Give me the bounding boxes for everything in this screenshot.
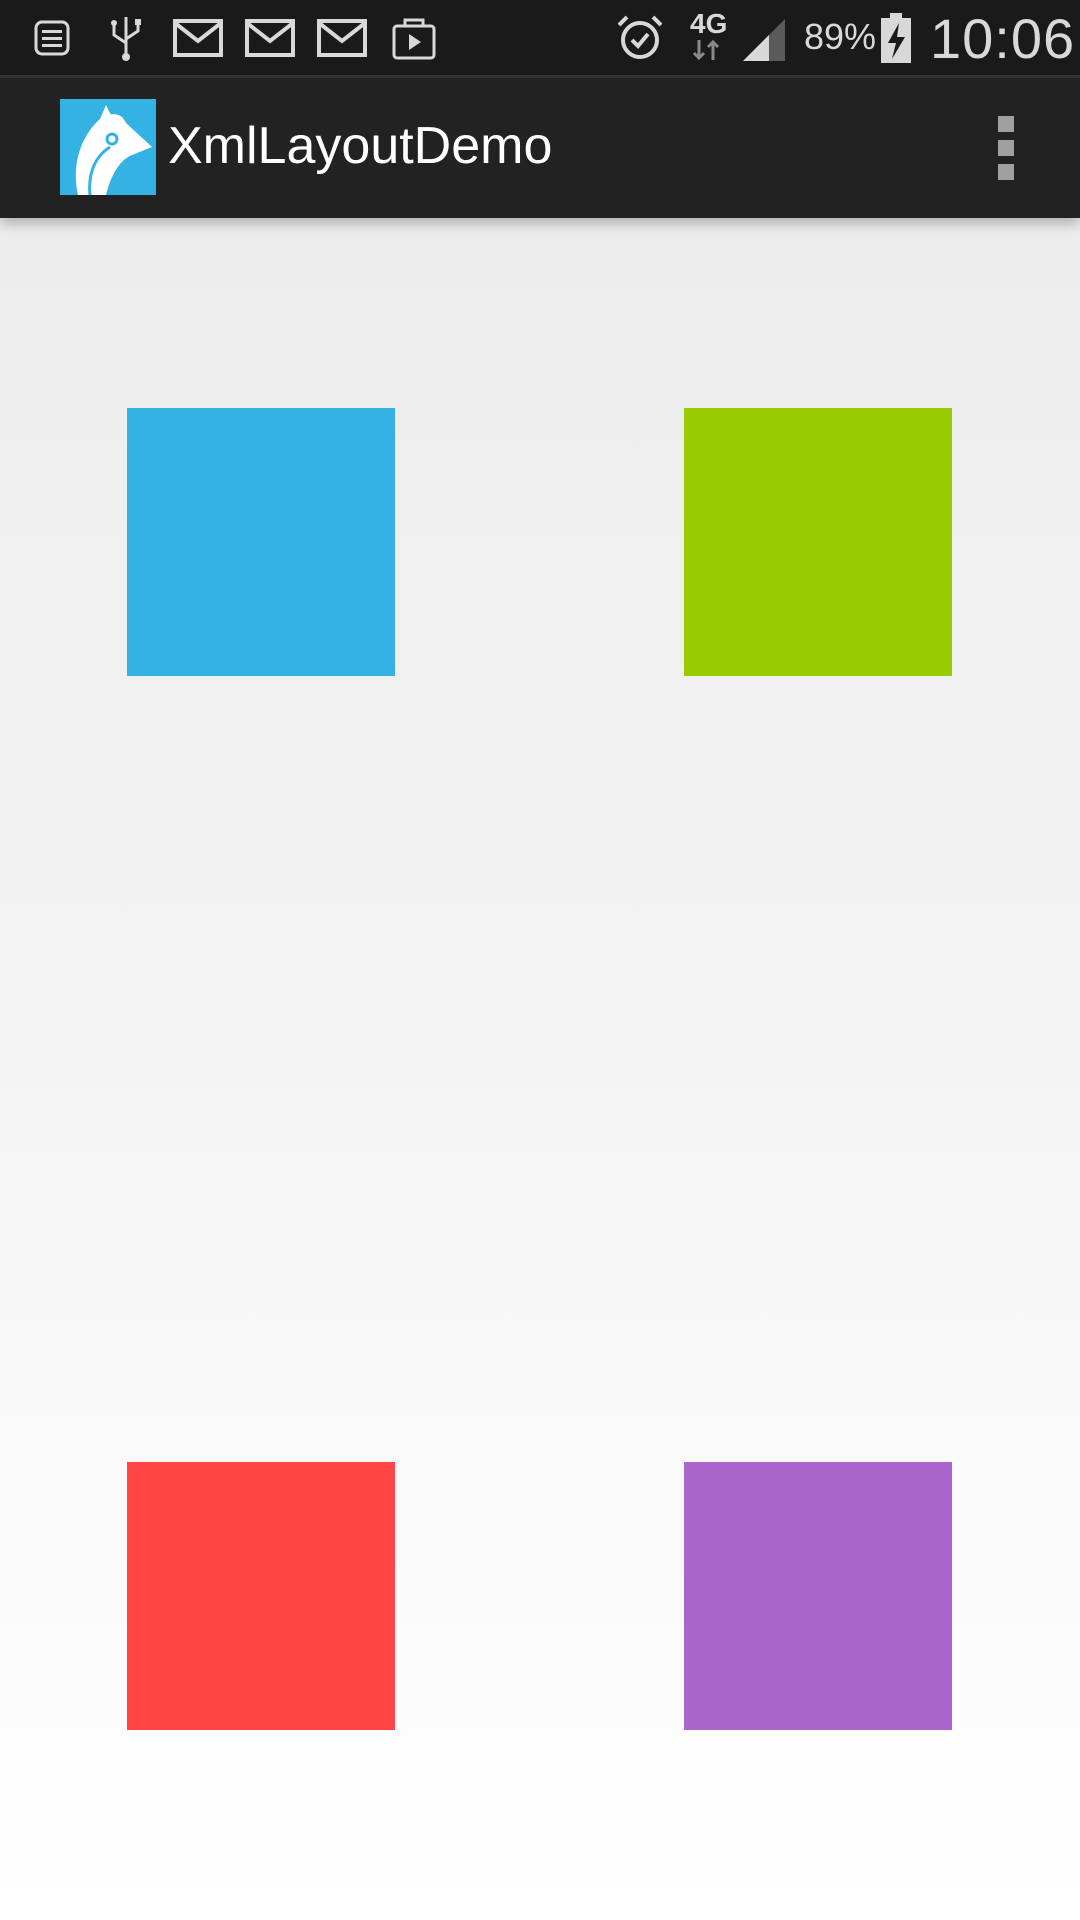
- usb-icon: [98, 10, 154, 66]
- screen: 4G 89% 10:06 XmlLayoutDemo: [0, 0, 1080, 1920]
- overflow-menu-button[interactable]: [976, 108, 1036, 188]
- gmail-icon: [170, 10, 226, 66]
- network-icon: [686, 34, 726, 66]
- gmail-icon: [242, 10, 298, 66]
- app-title: XmlLayoutDemo: [168, 117, 553, 175]
- overflow-menu-dot: [998, 140, 1014, 156]
- battery-charging-icon: [868, 10, 924, 66]
- alarm-icon: [612, 10, 668, 66]
- action-bar: XmlLayoutDemo: [0, 78, 1080, 218]
- red-square: [127, 1462, 395, 1730]
- battery-percent: 89%: [804, 16, 877, 57]
- blue-square: [127, 408, 395, 676]
- purple-square: [684, 1462, 952, 1730]
- overflow-menu-icon: [998, 116, 1014, 132]
- signal-icon: [736, 10, 792, 66]
- clock: 10:06: [930, 7, 1076, 70]
- notifications-list-icon: [24, 10, 80, 66]
- status-bar: 4G 89% 10:06: [0, 0, 1080, 75]
- app-logo-icon[interactable]: [60, 99, 156, 195]
- gmail-icon: [314, 10, 370, 66]
- green-square: [684, 408, 952, 676]
- play-store-icon: [386, 10, 442, 66]
- overflow-menu-dot: [998, 164, 1014, 180]
